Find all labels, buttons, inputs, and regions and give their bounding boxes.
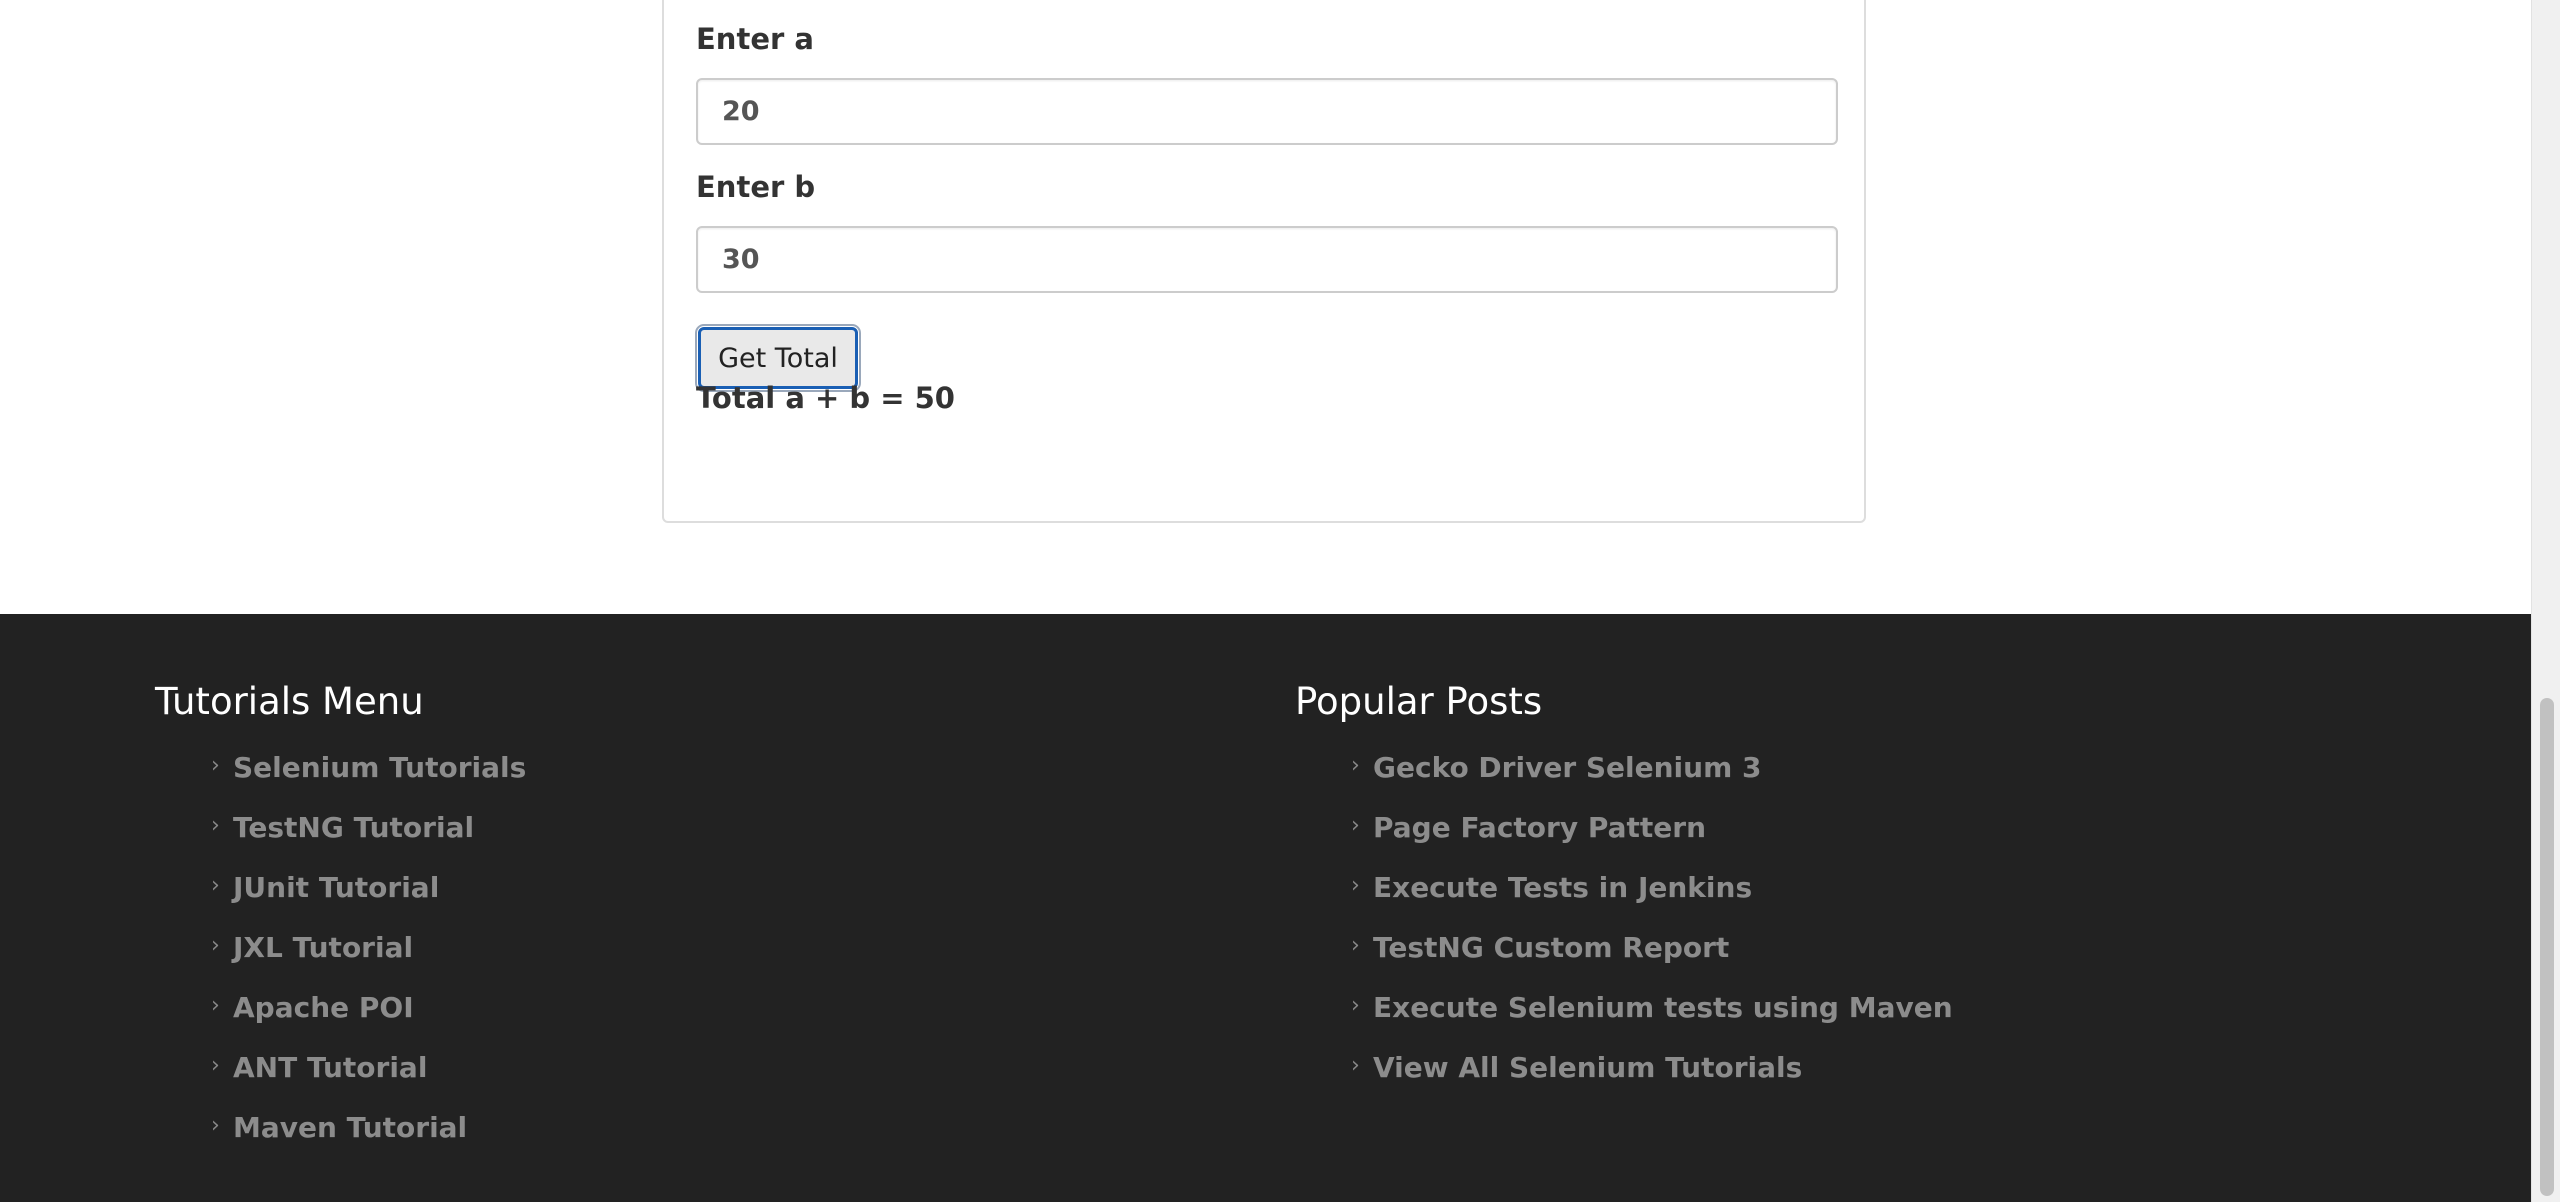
label-enter-b: Enter b (696, 170, 816, 204)
popular-post-link[interactable]: Gecko Driver Selenium 3 (1373, 751, 1762, 784)
chevron-right-icon: › (211, 753, 220, 778)
popular-posts-title: Popular Posts (1295, 680, 1543, 723)
chevron-right-icon: › (211, 1113, 220, 1138)
chevron-right-icon: › (1351, 873, 1360, 898)
chevron-right-icon: › (1351, 1053, 1360, 1078)
tutorial-item[interactable]: › Apache POI (211, 991, 526, 1051)
tutorial-item[interactable]: › JXL Tutorial (211, 931, 526, 991)
scrollbar-thumb[interactable] (2540, 698, 2554, 1196)
chevron-right-icon: › (211, 813, 220, 838)
popular-post-link[interactable]: Execute Tests in Jenkins (1373, 871, 1752, 904)
popular-post-link[interactable]: View All Selenium Tutorials (1373, 1051, 1802, 1084)
tutorial-item[interactable]: › ANT Tutorial (211, 1051, 526, 1111)
chevron-right-icon: › (211, 993, 220, 1018)
popular-post-link[interactable]: Execute Selenium tests using Maven (1373, 991, 1953, 1024)
tutorial-link[interactable]: Apache POI (233, 991, 414, 1024)
popular-posts-list: › Gecko Driver Selenium 3 › Page Factory Pa… (1351, 751, 1953, 1111)
chevron-right-icon: › (211, 1053, 220, 1078)
tutorial-link[interactable]: JUnit Tutorial (233, 871, 439, 904)
tutorial-link[interactable]: TestNG Tutorial (233, 811, 474, 844)
tutorial-link[interactable]: JXL Tutorial (233, 931, 413, 964)
chevron-right-icon: › (211, 873, 220, 898)
tutorial-item[interactable]: › JUnit Tutorial (211, 871, 526, 931)
chevron-right-icon: › (1351, 993, 1360, 1018)
tutorials-list: › Selenium Tutorials › TestNG Tutorial › JUni… (211, 751, 526, 1171)
calculator-panel: Enter a Enter b Get Total Total a + b = … (662, 0, 1866, 523)
chevron-right-icon: › (1351, 753, 1360, 778)
tutorial-link[interactable]: ANT Tutorial (233, 1051, 427, 1084)
input-b[interactable] (696, 226, 1838, 293)
popular-post-item[interactable]: › TestNG Custom Report (1351, 931, 1953, 991)
popular-post-item[interactable]: › View All Selenium Tutorials (1351, 1051, 1953, 1111)
chevron-right-icon: › (1351, 933, 1360, 958)
popular-post-item[interactable]: › Execute Selenium tests using Maven (1351, 991, 1953, 1051)
popular-post-item[interactable]: › Gecko Driver Selenium 3 (1351, 751, 1953, 811)
tutorials-menu-title: Tutorials Menu (155, 680, 424, 723)
footer: Tutorials Menu › Selenium Tutorials › TestN… (0, 614, 2531, 1202)
tutorial-link[interactable]: Maven Tutorial (233, 1111, 467, 1144)
page: Enter a Enter b Get Total Total a + b = … (0, 0, 2560, 1202)
popular-post-link[interactable]: Page Factory Pattern (1373, 811, 1706, 844)
chevron-right-icon: › (1351, 813, 1360, 838)
tutorial-item[interactable]: › Maven Tutorial (211, 1111, 526, 1171)
main-content: Enter a Enter b Get Total Total a + b = … (0, 0, 2531, 614)
tutorial-item[interactable]: › TestNG Tutorial (211, 811, 526, 871)
input-a[interactable] (696, 78, 1838, 145)
label-enter-a: Enter a (696, 22, 814, 56)
get-total-button[interactable]: Get Total (695, 324, 861, 392)
chevron-right-icon: › (211, 933, 220, 958)
tutorial-item[interactable]: › Selenium Tutorials (211, 751, 526, 811)
popular-post-item[interactable]: › Execute Tests in Jenkins (1351, 871, 1953, 931)
vertical-scrollbar[interactable] (2531, 0, 2560, 1202)
popular-post-item[interactable]: › Page Factory Pattern (1351, 811, 1953, 871)
popular-post-link[interactable]: TestNG Custom Report (1373, 931, 1729, 964)
tutorial-link[interactable]: Selenium Tutorials (233, 751, 526, 784)
total-result: Total a + b = 50 (696, 381, 955, 415)
